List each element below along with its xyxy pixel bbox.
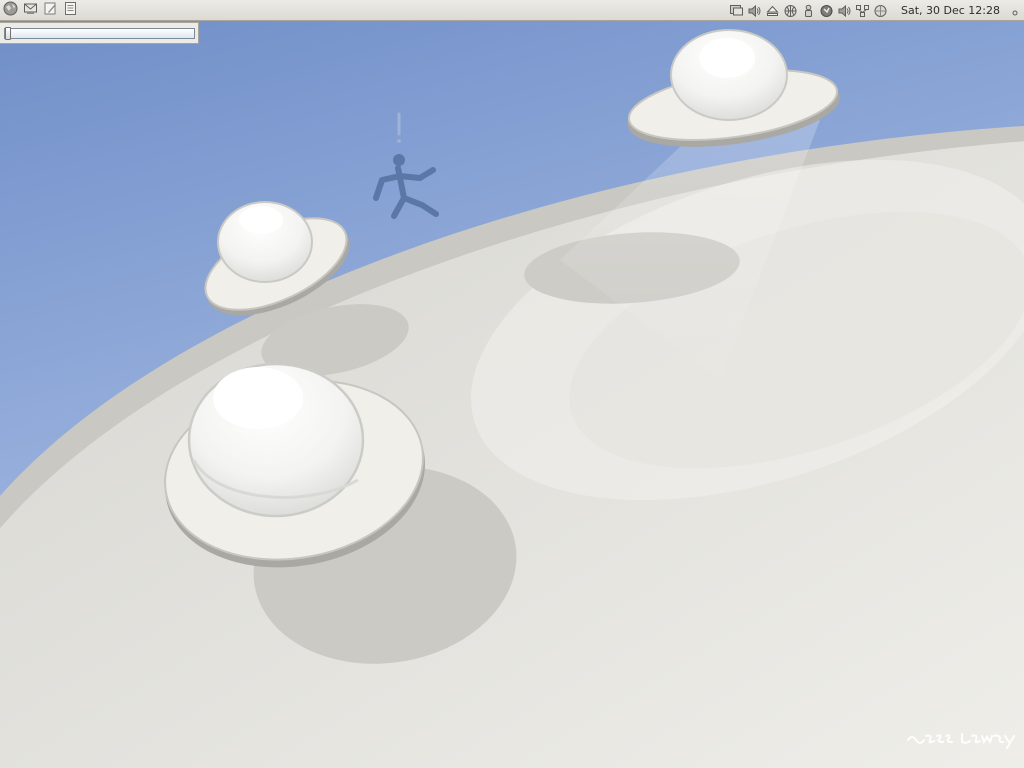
software-update-icon[interactable] <box>819 3 835 19</box>
top-panel: Sat, 30 Dec 12:28 <box>0 0 1024 21</box>
email-client-icon <box>23 1 38 20</box>
document-viewer-launcher[interactable] <box>62 2 79 19</box>
web-browser-launcher[interactable] <box>2 1 19 20</box>
notification-area: Sat, 30 Dec 12:28 <box>729 2 1020 19</box>
wallpaper-signature <box>907 733 1015 749</box>
network-status-icon[interactable] <box>855 3 871 19</box>
network-globe-icon[interactable] <box>783 3 799 19</box>
wallpaper <box>0 0 1024 768</box>
desktop-switcher-icon[interactable] <box>873 3 889 19</box>
progress-thumb[interactable] <box>5 27 11 40</box>
document-viewer-icon <box>63 1 78 20</box>
clock[interactable]: Sat, 30 Dec 12:28 <box>891 2 1008 19</box>
desktop[interactable]: Sat, 30 Dec 12:28 <box>0 0 1024 768</box>
email-client-launcher[interactable] <box>22 2 39 19</box>
user-switcher-icon[interactable] <box>801 3 817 19</box>
volume-icon[interactable] <box>837 3 853 19</box>
eject-icon[interactable] <box>765 3 781 19</box>
volume-icon[interactable] <box>747 3 763 19</box>
small-circle-icon <box>1012 1 1018 20</box>
display-settings-icon[interactable] <box>729 3 745 19</box>
text-editor-launcher[interactable] <box>42 2 59 19</box>
web-browser-icon <box>3 1 18 20</box>
text-editor-icon <box>43 1 58 20</box>
progress-bar[interactable] <box>4 27 195 40</box>
launcher-area <box>2 1 79 20</box>
progress-window <box>0 22 199 44</box>
panel-menu-handle[interactable] <box>1010 2 1020 19</box>
